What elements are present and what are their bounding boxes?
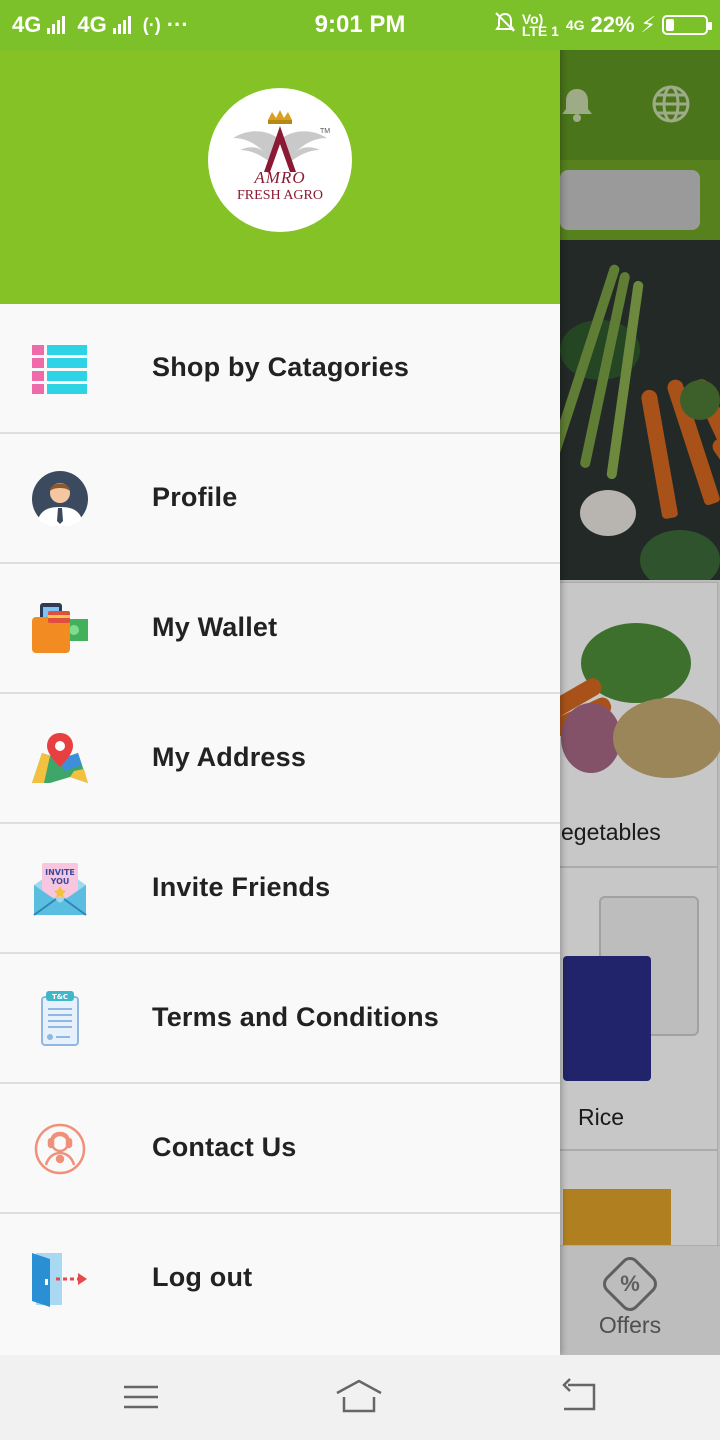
menu-label-terms-and-conditions: Terms and Conditions [152,1002,440,1032]
svg-text:YOU: YOU [50,877,70,886]
charging-icon: ⚡ [640,12,656,37]
menu-item-contact-us[interactable]: Contact Us [0,1084,560,1214]
menu-item-my-address[interactable]: My Address [0,694,560,824]
menu-label-log-out: Log out [152,1262,253,1292]
invite-envelope-icon: INVITE YOU [30,861,90,917]
home-icon[interactable] [334,1375,384,1419]
battery-percent: 22% [590,12,635,37]
svg-text:T&C: T&C [52,993,68,1001]
logout-door-icon [30,1251,90,1307]
contact-support-icon [30,1121,90,1177]
wallet-icon [30,601,90,657]
menu-label-contact-us: Contact Us [152,1132,297,1162]
menu-item-shop-by-categories[interactable]: Shop by Catagories [0,304,560,434]
volte-indicator: Vo) LTE 1 [521,11,559,39]
navigation-drawer: TM AMRO FRESH AGRO Shop by Catagories Pr… [0,0,560,1355]
menu-item-my-wallet[interactable]: My Wallet [0,564,560,694]
menu-item-profile[interactable]: Profile [0,434,560,564]
menu-label-my-wallet: My Wallet [152,612,278,642]
battery-icon [662,15,712,35]
menu-item-terms-and-conditions[interactable]: T&C Terms and Conditions [0,954,560,1084]
recent-apps-menu-icon[interactable] [116,1375,166,1419]
logo-emblem-icon [233,110,327,172]
svg-text:INVITE: INVITE [45,868,75,877]
menu-label-profile: Profile [152,482,238,512]
drawer-menu: Shop by Catagories Profile My Wallet My … [0,304,560,1344]
menu-item-invite-friends[interactable]: INVITE YOU Invite Friends [0,824,560,954]
system-navigation-bar [0,1355,720,1440]
menu-item-log-out[interactable]: Log out [0,1214,560,1344]
menu-label-my-address: My Address [152,742,307,772]
network-type-3: 4G [565,17,585,33]
profile-avatar-icon [30,471,90,527]
menu-label-shop-by-categories: Shop by Catagories [152,352,410,382]
logo-trademark: TM [320,128,331,135]
terms-document-icon: T&C [30,991,90,1047]
silent-mode-icon [494,11,516,39]
map-pin-icon [30,731,90,787]
status-bar: 4G 4G (·) ··· 9:01 PM Vo) LTE 1 4G 22% ⚡ [0,0,720,50]
logo-brand-name: AMRO [254,168,306,187]
menu-label-invite-friends: Invite Friends [152,872,331,902]
brand-logo: TM AMRO FRESH AGRO [208,88,352,232]
back-icon[interactable] [554,1375,604,1419]
logo-brand-subtitle: FRESH AGRO [237,188,323,203]
categories-grid-icon [30,341,90,397]
